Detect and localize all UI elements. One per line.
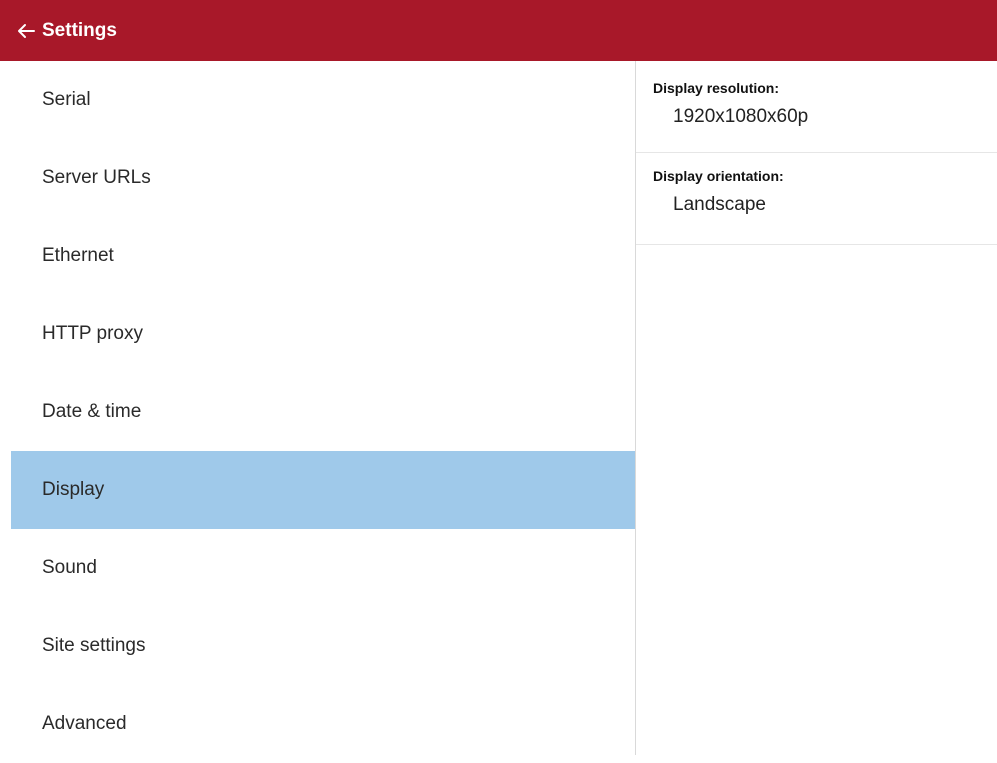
display-settings-panel: Display resolution: 1920x1080x60p Displa… — [636, 61, 997, 755]
sidebar-item-http-proxy[interactable]: HTTP proxy — [0, 295, 635, 373]
display-orientation-label: Display orientation: — [653, 168, 784, 184]
settings-sidebar: Serial Server URLs Ethernet HTTP proxy D… — [0, 61, 636, 755]
app-header: Settings — [0, 0, 997, 61]
main-area: Serial Server URLs Ethernet HTTP proxy D… — [0, 61, 997, 755]
display-orientation-setting[interactable]: Display orientation: Landscape — [636, 153, 997, 245]
display-resolution-setting[interactable]: Display resolution: 1920x1080x60p — [636, 61, 997, 153]
display-orientation-value: Landscape — [673, 194, 766, 215]
sidebar-item-ethernet[interactable]: Ethernet — [0, 217, 635, 295]
sidebar-item-date-time[interactable]: Date & time — [0, 373, 635, 451]
display-resolution-value: 1920x1080x60p — [673, 106, 809, 127]
sidebar-item-serial[interactable]: Serial — [0, 61, 635, 139]
sidebar-item-site-settings[interactable]: Site settings — [0, 607, 635, 685]
sidebar-item-server-urls[interactable]: Server URLs — [0, 139, 635, 217]
sidebar-item-advanced[interactable]: Advanced — [0, 685, 635, 763]
page-title: Settings — [42, 19, 117, 41]
arrow-left-icon[interactable] — [6, 0, 46, 61]
display-resolution-label: Display resolution: — [653, 80, 780, 96]
sidebar-item-sound[interactable]: Sound — [0, 529, 635, 607]
sidebar-item-display[interactable]: Display — [11, 451, 635, 529]
